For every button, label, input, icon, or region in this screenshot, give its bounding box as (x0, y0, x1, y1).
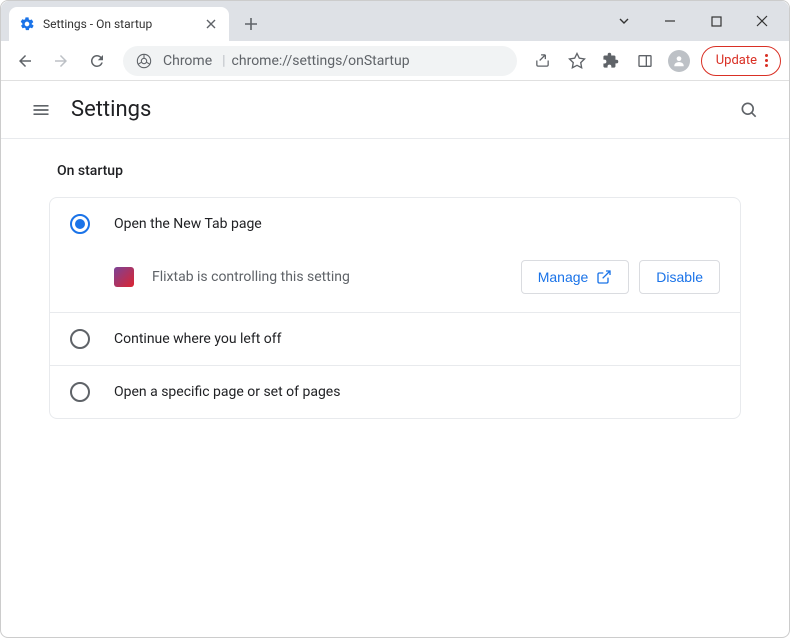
search-button[interactable] (729, 90, 769, 130)
disable-button[interactable]: Disable (639, 260, 720, 294)
tab-title: Settings - On startup (43, 17, 152, 31)
window-titlebar: Settings - On startup (1, 1, 789, 41)
side-panel-icon[interactable] (629, 45, 661, 77)
settings-content: On startup Open the New Tab page Flixtab… (1, 139, 789, 443)
manage-label: Manage (538, 269, 589, 285)
update-button[interactable]: Update (701, 46, 781, 76)
radio-selected-icon[interactable] (70, 214, 90, 234)
window-controls (601, 1, 789, 41)
back-button[interactable] (9, 45, 41, 77)
option-specific-pages[interactable]: Open a specific page or set of pages (50, 366, 740, 418)
browser-toolbar: Chrome | chrome://settings/onStartup Upd… (1, 41, 789, 81)
option-label: Open the New Tab page (114, 216, 262, 232)
minimize-button[interactable] (647, 5, 693, 37)
address-bar[interactable]: Chrome | chrome://settings/onStartup (123, 46, 517, 76)
extensions-icon[interactable] (595, 45, 627, 77)
gear-icon (19, 16, 35, 32)
extension-app-icon (114, 267, 134, 287)
extension-notice-text: Flixtab is controlling this setting (152, 269, 350, 285)
maximize-button[interactable] (693, 5, 739, 37)
radio-icon[interactable] (70, 382, 90, 402)
chrome-icon (135, 52, 153, 70)
bookmark-icon[interactable] (561, 45, 593, 77)
option-new-tab[interactable]: Open the New Tab page (50, 198, 740, 250)
update-label: Update (716, 53, 757, 68)
profile-avatar[interactable] (663, 45, 695, 77)
external-link-icon (596, 269, 612, 285)
radio-icon[interactable] (70, 329, 90, 349)
disable-label: Disable (656, 269, 703, 285)
settings-header: Settings (1, 81, 789, 139)
new-tab-button[interactable] (237, 10, 265, 38)
kebab-icon (765, 54, 768, 67)
page-title: Settings (71, 97, 151, 122)
option-label: Continue where you left off (114, 331, 282, 347)
chevron-down-icon[interactable] (601, 5, 647, 37)
close-icon[interactable] (203, 16, 219, 32)
share-icon[interactable] (527, 45, 559, 77)
omnibox-divider: | (222, 53, 225, 69)
section-title: On startup (57, 163, 741, 179)
forward-button[interactable] (45, 45, 77, 77)
manage-button[interactable]: Manage (521, 260, 630, 294)
omnibox-url: chrome://settings/onStartup (232, 53, 410, 69)
option-label: Open a specific page or set of pages (114, 384, 340, 400)
reload-button[interactable] (81, 45, 113, 77)
browser-tab[interactable]: Settings - On startup (9, 7, 229, 41)
option-continue[interactable]: Continue where you left off (50, 313, 740, 365)
omnibox-app-label: Chrome (163, 53, 212, 69)
close-window-button[interactable] (739, 5, 785, 37)
extension-notice-row: Flixtab is controlling this setting Mana… (50, 250, 740, 312)
menu-button[interactable] (21, 90, 61, 130)
startup-card: Open the New Tab page Flixtab is control… (49, 197, 741, 419)
